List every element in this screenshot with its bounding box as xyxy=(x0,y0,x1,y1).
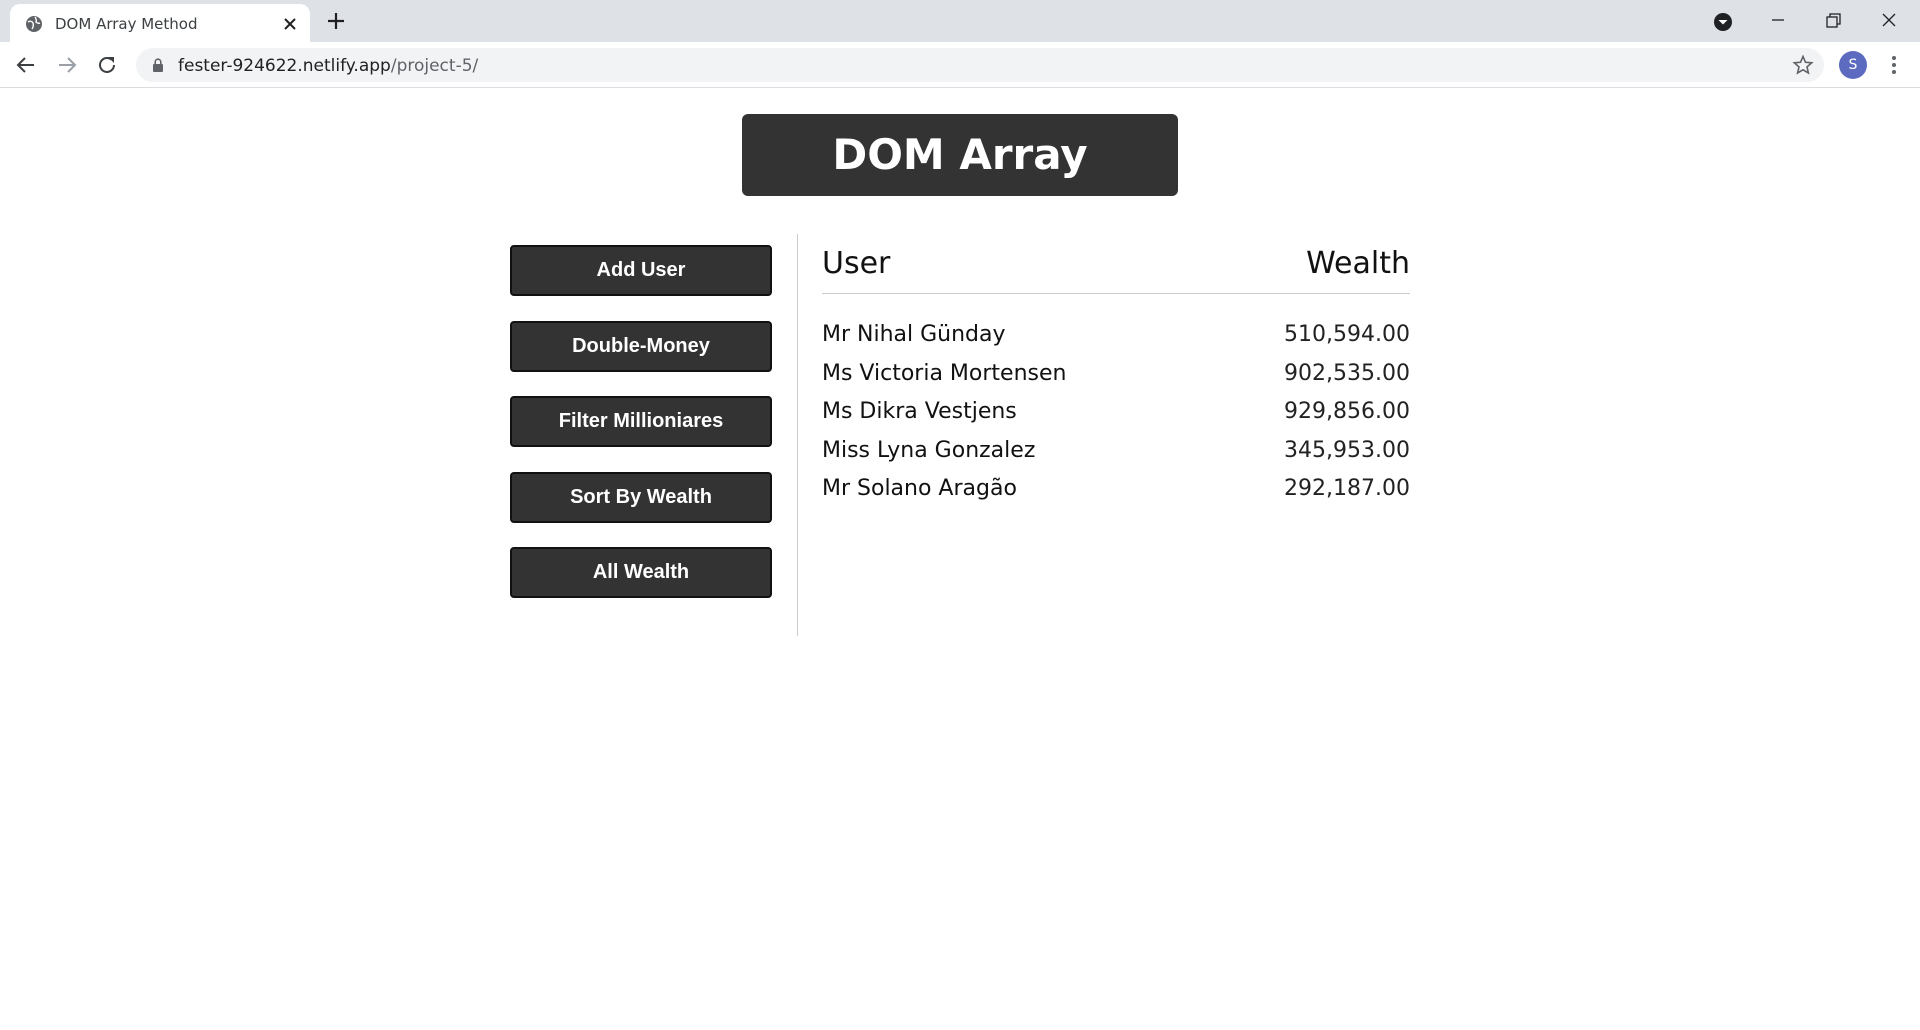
plus-icon[interactable] xyxy=(325,10,347,32)
browser-tab[interactable]: DOM Array Method xyxy=(10,4,310,42)
window-close-icon[interactable] xyxy=(1874,6,1904,36)
globe-icon xyxy=(26,16,42,32)
url-host: fester-924622.netlify.app xyxy=(178,56,391,76)
sort-by-wealth-button[interactable]: Sort By Wealth xyxy=(510,472,772,523)
tab-strip: DOM Array Method xyxy=(0,0,1920,42)
table-row: Miss Lyna Gonzalez 345,953.00 xyxy=(822,434,1410,473)
all-wealth-button[interactable]: All Wealth xyxy=(510,547,772,598)
reload-icon[interactable] xyxy=(94,52,120,78)
minimize-icon[interactable] xyxy=(1763,6,1793,36)
close-icon[interactable] xyxy=(281,15,299,33)
user-wealth: 510,594.00 xyxy=(1284,322,1410,347)
address-bar[interactable]: fester-924622.netlify.app/project-5/ xyxy=(136,48,1824,82)
table-row: Ms Victoria Mortensen 902,535.00 xyxy=(822,357,1410,396)
user-wealth: 292,187.00 xyxy=(1284,476,1410,501)
add-user-button[interactable]: Add User xyxy=(510,245,772,296)
table-row: Mr Solano Aragão 292,187.00 xyxy=(822,472,1410,511)
forward-arrow-icon[interactable] xyxy=(54,52,80,78)
user-list: Mr Nihal Günday 510,594.00 Ms Victoria M… xyxy=(822,318,1410,511)
table-row: Mr Nihal Günday 510,594.00 xyxy=(822,318,1410,357)
user-name: Mr Nihal Günday xyxy=(822,322,1006,347)
page-title: DOM Array Method xyxy=(742,114,1178,261)
header-wealth: Wealth xyxy=(1306,246,1410,281)
table-row: Ms Dikra Vestjens 929,856.00 xyxy=(822,395,1410,434)
lock-icon[interactable] xyxy=(152,58,164,72)
user-wealth: 929,856.00 xyxy=(1284,399,1410,424)
vertical-divider xyxy=(797,234,798,636)
restore-icon[interactable] xyxy=(1818,6,1848,36)
filter-millionaires-button[interactable]: Filter Millioniares xyxy=(510,396,772,447)
tab-title: DOM Array Method xyxy=(55,15,198,33)
browser-toolbar: fester-924622.netlify.app/project-5/ S xyxy=(0,42,1920,88)
url-text[interactable]: fester-924622.netlify.app/project-5/ xyxy=(178,56,478,76)
table-header: User Wealth xyxy=(822,246,1410,294)
user-name: Ms Victoria Mortensen xyxy=(822,360,1067,386)
user-name: Mr Solano Aragão xyxy=(822,476,1017,501)
tab-search-icon[interactable] xyxy=(1708,6,1738,36)
profile-avatar[interactable]: S xyxy=(1839,51,1867,79)
user-wealth: 345,953.00 xyxy=(1284,437,1410,463)
back-arrow-icon[interactable] xyxy=(13,52,39,78)
url-path: /project-5/ xyxy=(390,56,479,76)
user-name: Ms Dikra Vestjens xyxy=(822,399,1017,424)
bookmark-star-icon[interactable] xyxy=(1792,54,1814,76)
header-user: User xyxy=(822,246,891,281)
user-name: Miss Lyna Gonzalez xyxy=(822,437,1036,463)
user-wealth: 902,535.00 xyxy=(1284,360,1410,386)
double-money-button[interactable]: Double-Money xyxy=(510,321,772,372)
kebab-menu-icon[interactable] xyxy=(1882,53,1906,77)
